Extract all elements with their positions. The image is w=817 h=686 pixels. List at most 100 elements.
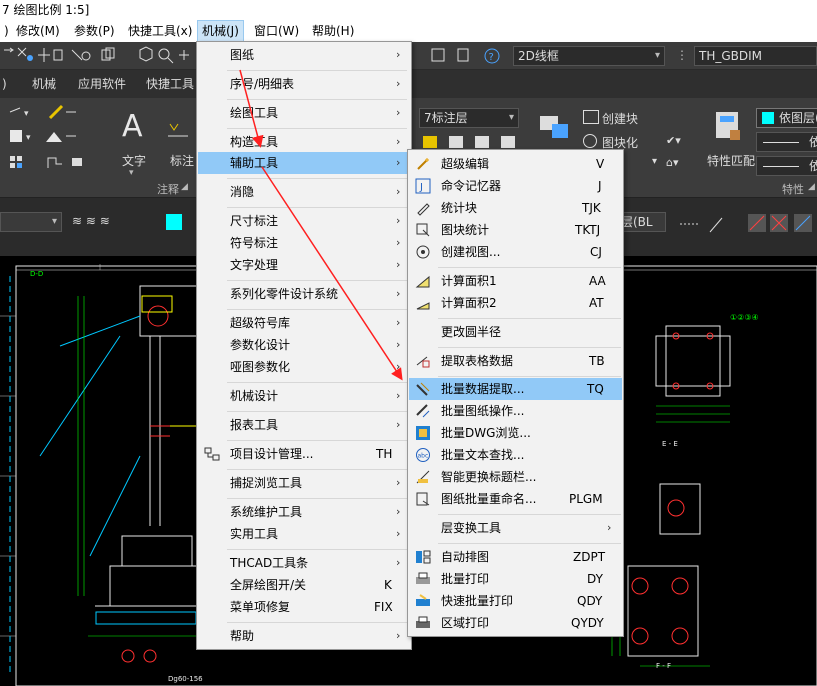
separator (438, 514, 621, 515)
area-print-icon (416, 616, 430, 628)
submenu-item-area1[interactable]: 计算面积1 AA (409, 270, 622, 292)
group-annotation-label: 注释 (157, 183, 179, 196)
menu-item-parts-list[interactable]: 序号/明细表 › (198, 73, 410, 95)
submenu-item-area2[interactable]: 计算面积2 AT (409, 292, 622, 314)
text-button[interactable]: 文字 (122, 152, 146, 169)
menu-item-snap-browse[interactable]: 捕捉浏览工具 › (198, 472, 410, 494)
grid-icon (10, 156, 22, 168)
submenu-item-cmd-memory[interactable]: J 命令记忆器 J (409, 175, 622, 197)
separator (227, 382, 407, 383)
layer-combo-value: 层(BL (621, 215, 653, 229)
menu-item-series-parts[interactable]: 系列化零件设计系统 › (198, 283, 410, 305)
pen-icon (48, 104, 76, 120)
menu-item-help[interactable]: 帮助 › (198, 625, 410, 647)
toolbar-icons-left[interactable] (0, 42, 200, 70)
create-block-button[interactable]: 创建块 (602, 110, 638, 127)
menu-item-draw-tools[interactable]: 绘图工具 › (198, 102, 410, 124)
submenu-item-extract-table[interactable]: 提取表格数据 TB (409, 350, 622, 372)
menu-item-report[interactable]: 报表工具 › (198, 414, 410, 436)
dimstyle-value: TH_GBDIM (699, 49, 763, 63)
tab-fragment: ) (2, 77, 7, 91)
tag-icon[interactable]: ⌂▾ (666, 156, 684, 170)
submenu-item-batch-drawing-ops[interactable]: 批量图纸操作... (409, 400, 622, 422)
layer-combo[interactable]: 层(BL (618, 212, 666, 232)
menu-item-dimension[interactable]: 尺寸标注 › (198, 210, 410, 232)
submenu-item-quick-batch-print[interactable]: 快速批量打印 QDY (409, 590, 622, 612)
match-properties-icon[interactable] (712, 108, 746, 148)
submenu-item-layer-transform[interactable]: 层变换工具 › (409, 517, 622, 539)
chevron-down-icon: ▾ (654, 50, 660, 61)
menu-item-mute-param[interactable]: 哑图参数化 › (198, 356, 410, 378)
color-layer-combo[interactable]: 依图层( (756, 108, 817, 128)
menu-item-sys-maint[interactable]: 系统维护工具 › (198, 501, 410, 523)
submenu-item-super-edit[interactable]: 超级编辑 V (409, 153, 622, 175)
menu-help[interactable]: 帮助(H) (308, 20, 358, 42)
menu-item-aux-tools[interactable]: 辅助工具 › (198, 152, 410, 174)
toolbar-icons-mid[interactable]: ? (412, 46, 508, 66)
separator (227, 128, 407, 129)
label-button[interactable]: 标注 (170, 152, 194, 169)
submenu-item-batch-print[interactable]: 批量打印 DY (409, 568, 622, 590)
diag-line-icon (709, 217, 723, 233)
menu-item-param-design[interactable]: 参数化设计 › (198, 334, 410, 356)
menu-item-hidden-line[interactable]: 消隐 › (198, 181, 410, 203)
submenu-item-create-view[interactable]: 创建视图... CJ (409, 241, 622, 263)
menu-modify[interactable]: 修改(M) (12, 20, 64, 42)
menu-item-thcad-toolbar[interactable]: THCAD工具条 › (198, 552, 410, 574)
submenu-item-batch-rename[interactable]: 图纸批量重命名... PLGM (409, 488, 622, 510)
menu-item-utilities[interactable]: 实用工具 › (198, 523, 410, 545)
tab-mechanical[interactable]: 机械 (32, 70, 56, 98)
submenu-item-count-block[interactable]: 统计块 TJK (409, 197, 622, 219)
menu-item-text[interactable]: 文字处理 › (198, 254, 410, 276)
rotate-icon (71, 49, 91, 61)
menu-params[interactable]: 参数(P) (70, 20, 119, 42)
chevron-right-icon: › (396, 338, 401, 351)
menu-mechanical[interactable]: 机械(J) (197, 20, 244, 42)
checklist-icon[interactable]: ✔▾ (666, 134, 684, 148)
visual-style-combo[interactable]: 2D线框 ▾ (513, 46, 665, 66)
tab-quicktools[interactable]: 快捷工具 (146, 70, 194, 98)
svg-text:abc: abc (418, 453, 429, 460)
chevron-down-icon: ▾ (129, 168, 134, 178)
drawing-label-circles: ①②③④ (730, 313, 759, 322)
strip-combo-left[interactable]: ▾ (0, 212, 62, 232)
submenu-item-block-stats[interactable]: 图块统计 TKTJ (409, 219, 622, 241)
block-tools-icon[interactable] (536, 108, 576, 148)
abc-search-icon: abc (416, 448, 430, 462)
submenu-item-smart-titleblock[interactable]: 智能更换标题栏... (409, 466, 622, 488)
menu-item-symbol-lib[interactable]: 超级符号库 › (198, 312, 410, 334)
separator (227, 178, 407, 179)
chevron-right-icon: › (396, 106, 401, 119)
submenu-item-batch-extract[interactable]: 批量数据提取... TQ (409, 378, 622, 400)
linetype-combo[interactable]: 依 (756, 132, 817, 152)
menu-quicktools[interactable]: 快捷工具(x) (124, 20, 196, 42)
separator (438, 543, 621, 544)
menu-window[interactable]: 窗口(W) (250, 20, 303, 42)
lineweight-combo[interactable]: 依 (756, 156, 817, 176)
menu-item-project-mgmt[interactable]: 项目设计管理... TH (198, 443, 410, 465)
submenu-item-batch-dwg-browse[interactable]: 批量DWG浏览... (409, 422, 622, 444)
arrow-icon (4, 47, 14, 53)
menu-item-symbol[interactable]: 符号标注 › (198, 232, 410, 254)
submenu-item-batch-text-find[interactable]: abc 批量文本查找... (409, 444, 622, 466)
chevron-right-icon: › (607, 521, 612, 534)
submenu-item-change-radius[interactable]: 更改圆半径 (409, 321, 622, 343)
match-properties-button[interactable]: 特性匹配 (707, 152, 755, 169)
strip-right-icons[interactable] (676, 210, 817, 236)
dim-layer-combo[interactable]: 7标注层 ▾ (419, 108, 519, 128)
drawing-label-bottom: Dg60-156 (168, 675, 203, 683)
submenu-item-area-print[interactable]: 区域打印 QYDY (409, 612, 622, 634)
chevron-right-icon: › (396, 527, 401, 540)
layer-tools-icon[interactable]: ≋ ≋ ≋ (72, 214, 110, 228)
submenu-item-auto-layout[interactable]: 自动排图 ZDPT (409, 546, 622, 568)
block-stats-icon (416, 223, 430, 237)
menu-item-fullscreen[interactable]: 全屏绘图开/关 K (198, 574, 410, 596)
tab-apps[interactable]: 应用软件 (78, 70, 126, 98)
select-icon (17, 47, 33, 61)
auto-layout-icon (416, 550, 431, 564)
menu-item-drawing[interactable]: 图纸 › (198, 44, 410, 66)
dimstyle-combo[interactable]: TH_GBDIM (694, 46, 817, 66)
menu-item-mech-design[interactable]: 机械设计 › (198, 385, 410, 407)
menu-item-menu-repair[interactable]: 菜单项修复 FIX (198, 596, 410, 618)
menu-item-construct-tools[interactable]: 构造工具 › (198, 131, 410, 153)
